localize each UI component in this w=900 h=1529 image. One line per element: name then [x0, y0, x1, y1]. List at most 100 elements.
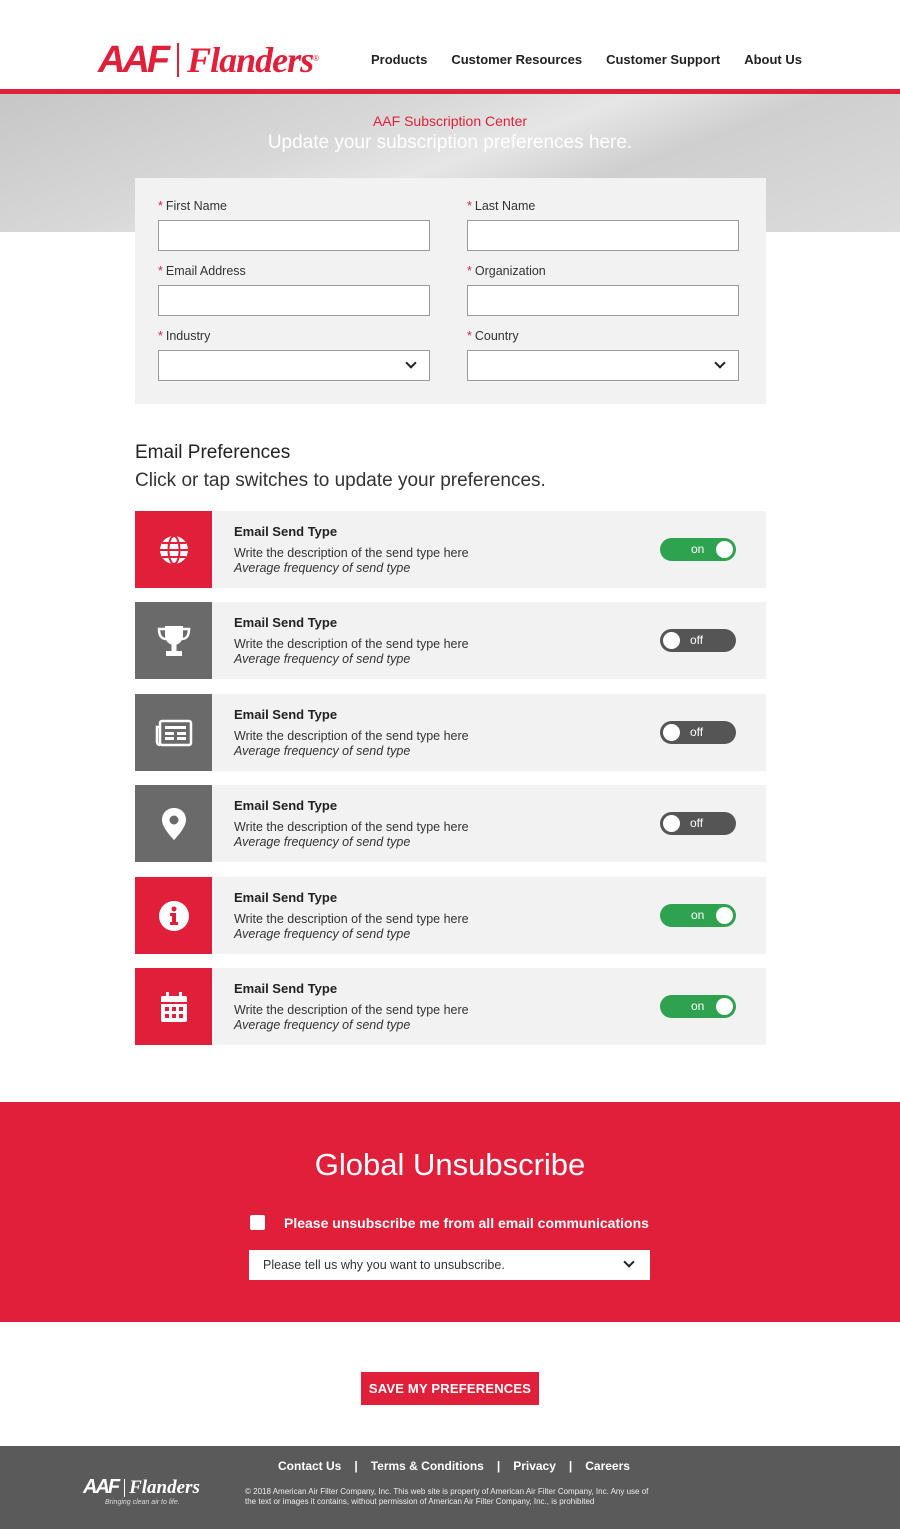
unsubscribe-checkbox[interactable] — [250, 1215, 265, 1230]
footer-copyright: © 2018 American Air Filter Company, Inc.… — [245, 1487, 649, 1506]
pref-name: Email Send Type — [234, 707, 338, 722]
footer-separator: | — [568, 1459, 573, 1473]
toggle-knob — [716, 541, 733, 558]
footer-links: Contact Us | Terms & Conditions | Privac… — [278, 1459, 630, 1473]
pref-row-3: Email Send Type Write the description of… — [135, 694, 766, 771]
footer-separator: | — [496, 1459, 501, 1473]
toggle-state-label: off — [690, 633, 704, 647]
last-name-input[interactable] — [467, 220, 739, 251]
preferences-title: Email Preferences — [135, 442, 291, 463]
chevron-down-icon — [405, 357, 417, 369]
first-name-label: * First Name — [158, 199, 227, 213]
country-select[interactable] — [467, 350, 739, 381]
organization-input[interactable] — [467, 285, 739, 316]
footer-logo-flanders: Flanders — [129, 1476, 200, 1498]
pref-frequency: Average frequency of send type — [234, 744, 411, 758]
pref-row-6: Email Send Type Write the description of… — [135, 968, 766, 1045]
industry-group: * Industry — [158, 329, 430, 381]
pref-toggle[interactable]: off — [660, 721, 736, 744]
pref-row-5: Email Send Type Write the description of… — [135, 877, 766, 954]
aaf-flanders-logo[interactable]: AAF Flanders ® — [98, 40, 319, 80]
pref-name: Email Send Type — [234, 615, 338, 630]
footer-tagline: Bringing clean air to life. — [105, 1499, 180, 1506]
pref-name: Email Send Type — [234, 890, 338, 905]
logo-flanders-text: Flanders — [187, 40, 314, 80]
pref-frequency: Average frequency of send type — [234, 561, 411, 575]
unsubscribe-checkbox-label[interactable]: Please unsubscribe me from all email com… — [284, 1215, 649, 1231]
organization-group: * Organization — [467, 264, 739, 316]
site-header: AAF Flanders ® Products Customer Resourc… — [0, 0, 900, 90]
footer-link-privacy[interactable]: Privacy — [513, 1459, 556, 1473]
pref-row-4: Email Send Type Write the description of… — [135, 785, 766, 862]
pref-frequency: Average frequency of send type — [234, 927, 411, 941]
pref-description: Write the description of the send type h… — [234, 820, 469, 834]
nav-customer-resources[interactable]: Customer Resources — [451, 52, 582, 67]
last-name-group: * Last Name — [467, 199, 739, 251]
pref-frequency: Average frequency of send type — [234, 652, 411, 666]
globe-icon — [135, 511, 212, 588]
logo-divider — [177, 43, 180, 77]
footer-logo-divider — [124, 1478, 126, 1497]
pref-frequency: Average frequency of send type — [234, 1018, 411, 1032]
chevron-down-icon — [714, 357, 726, 369]
pref-toggle[interactable]: off — [660, 812, 736, 835]
info-icon — [135, 877, 212, 954]
industry-label: * Industry — [158, 329, 211, 343]
pref-frequency: Average frequency of send type — [234, 835, 411, 849]
newspaper-icon — [135, 694, 212, 771]
main-nav: Products Customer Resources Customer Sup… — [371, 52, 802, 67]
banner-subtitle: AAF Subscription Center — [372, 113, 528, 129]
footer-separator: | — [354, 1459, 358, 1473]
toggle-knob — [663, 724, 680, 741]
toggle-knob — [716, 998, 733, 1015]
pref-toggle[interactable]: off — [660, 629, 736, 652]
pref-description: Write the description of the send type h… — [234, 546, 469, 560]
save-preferences-button[interactable]: SAVE MY PREFERENCES — [361, 1372, 539, 1405]
map-pin-icon — [135, 785, 212, 862]
toggle-state-label: on — [691, 542, 705, 556]
toggle-state-label: on — [691, 999, 705, 1013]
chevron-down-icon — [623, 1256, 635, 1268]
email-group: * Email Address — [158, 264, 430, 316]
pref-row-1: Email Send Type Write the description of… — [135, 511, 766, 588]
footer-link-terms[interactable]: Terms & Conditions — [371, 1459, 484, 1473]
calendar-icon — [135, 968, 212, 1045]
footer-link-contact[interactable]: Contact Us — [278, 1459, 341, 1473]
toggle-state-label: off — [690, 725, 704, 739]
toggle-state-label: off — [690, 816, 704, 830]
email-label: * Email Address — [158, 264, 246, 278]
unsubscribe-title: Global Unsubscribe — [314, 1147, 586, 1182]
pref-description: Write the description of the send type h… — [234, 729, 469, 743]
pref-row-2: Email Send Type Write the description of… — [135, 602, 766, 679]
unsubscribe-reason-placeholder: Please tell us why you want to unsubscri… — [263, 1258, 505, 1272]
nav-products[interactable]: Products — [371, 52, 427, 67]
pref-description: Write the description of the send type h… — [234, 1003, 469, 1017]
industry-select[interactable] — [158, 350, 430, 381]
pref-toggle[interactable]: on — [660, 538, 736, 561]
pref-name: Email Send Type — [234, 798, 338, 813]
unsubscribe-reason-select[interactable]: Please tell us why you want to unsubscri… — [249, 1250, 650, 1280]
pref-toggle[interactable]: on — [660, 995, 736, 1018]
footer-link-careers[interactable]: Careers — [585, 1459, 630, 1473]
last-name-label: * Last Name — [467, 199, 536, 213]
footer-logo[interactable]: AAF Flanders Bringing clean air to life. — [83, 1476, 200, 1506]
site-footer: AAF Flanders Bringing clean air to life.… — [0, 1446, 900, 1529]
preferences-subtitle: Click or tap switches to update your pre… — [135, 470, 546, 491]
pref-description: Write the description of the send type h… — [234, 637, 469, 651]
country-group: * Country — [467, 329, 739, 381]
banner-title: Update your subscription preferences her… — [267, 132, 633, 153]
nav-about-us[interactable]: About Us — [744, 52, 802, 67]
country-label: * Country — [467, 329, 519, 343]
toggle-knob — [663, 632, 680, 649]
subscriber-form: * First Name * Last Name * Email Address * O… — [135, 178, 766, 404]
pref-toggle[interactable]: on — [660, 904, 736, 927]
email-input[interactable] — [158, 285, 430, 316]
logo-aaf-text: AAF — [98, 39, 170, 81]
pref-name: Email Send Type — [234, 524, 338, 539]
first-name-group: * First Name — [158, 199, 430, 251]
nav-customer-support[interactable]: Customer Support — [606, 52, 720, 67]
toggle-knob — [716, 907, 733, 924]
first-name-input[interactable] — [158, 220, 430, 251]
pref-description: Write the description of the send type h… — [234, 912, 469, 926]
pref-name: Email Send Type — [234, 981, 338, 996]
